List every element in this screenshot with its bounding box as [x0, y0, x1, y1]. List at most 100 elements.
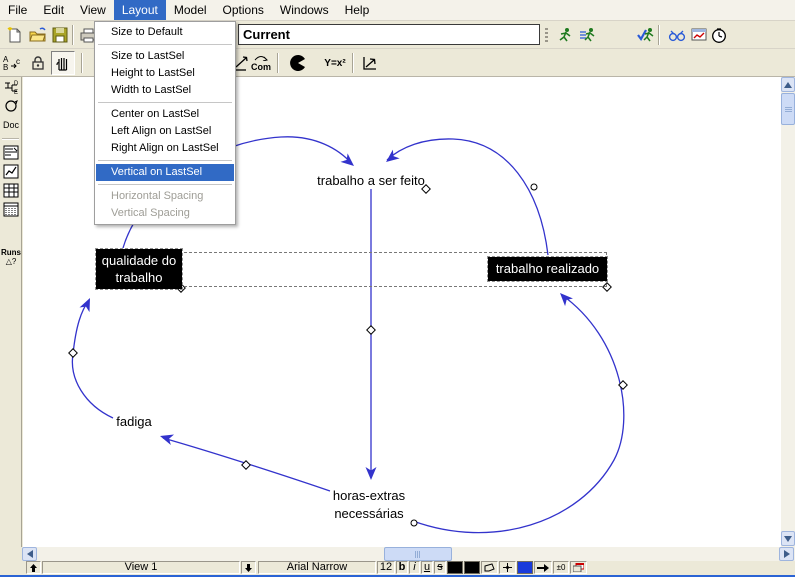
menu-model[interactable]: Model — [166, 0, 215, 20]
strike-button[interactable]: s — [434, 561, 446, 574]
table-time-icon[interactable] — [1, 200, 21, 218]
runner-check-icon[interactable] — [634, 24, 656, 46]
vertical-scrollbar[interactable] — [781, 77, 795, 547]
menu-item-horizontal-spacing[interactable]: Horizontal Spacing — [96, 188, 234, 205]
causes-strip-icon[interactable] — [1, 143, 21, 161]
menu-separator — [98, 184, 232, 185]
arrowhead — [80, 296, 95, 312]
handle-circle[interactable] — [531, 184, 537, 190]
toolbar-grip — [545, 26, 548, 44]
variable-horas-extras-necessarias[interactable]: horas-extras necessárias — [319, 487, 419, 523]
vensim-window: File Edit View Layout Model Options Wind… — [0, 0, 795, 577]
toolbar-separator — [81, 53, 82, 73]
document-tool-icon[interactable]: Doc — [1, 116, 21, 134]
open-folder-icon[interactable] — [26, 24, 48, 46]
underline-button[interactable]: u — [421, 561, 433, 574]
toolbar-separator — [658, 25, 659, 45]
svg-text:D: D — [14, 81, 19, 87]
causes-tree-icon[interactable]: DE — [1, 78, 21, 96]
layout-dropdown-menu: Size to Default Size to LastSel Height t… — [94, 21, 236, 225]
menu-item-height-to-lastsel[interactable]: Height to LastSel — [96, 65, 234, 82]
handle-diamond[interactable] — [367, 326, 375, 334]
sidebar-separator — [2, 138, 19, 139]
link-realizado-to-trabalho-a-ser-feito[interactable] — [387, 139, 548, 255]
abc-text-icon[interactable]: ABc — [1, 52, 23, 74]
curve-handles — [69, 184, 627, 526]
menu-item-size-to-lastsel[interactable]: Size to LastSel — [96, 48, 234, 65]
arrowhead — [158, 431, 174, 445]
scroll-down-icon[interactable] — [781, 531, 795, 546]
comment-icon[interactable]: Com — [250, 52, 272, 74]
arrow-width-icon[interactable] — [534, 561, 552, 574]
variable-qualidade-do-trabalho[interactable]: qualidade do trabalho — [96, 249, 182, 289]
scroll-up-icon[interactable] — [781, 77, 795, 92]
scroll-left-icon[interactable] — [22, 547, 37, 561]
document-tool-label: Doc — [3, 120, 19, 130]
horizontal-scrollbar[interactable] — [22, 547, 795, 561]
link-fadiga-to-qualidade[interactable] — [72, 300, 113, 418]
menu-separator — [98, 160, 232, 161]
equations-icon[interactable]: Y=x² — [320, 52, 350, 74]
delete-pacman-icon[interactable] — [287, 52, 309, 74]
move-size-hand-icon[interactable] — [51, 51, 75, 75]
view-down-button[interactable] — [241, 561, 256, 574]
menu-bar: File Edit View Layout Model Options Wind… — [0, 0, 795, 21]
save-floppy-icon[interactable] — [49, 24, 71, 46]
menu-item-center-on-lastsel[interactable]: Center on LastSel — [96, 106, 234, 123]
menu-item-vertical-on-lastsel[interactable]: Vertical on LastSel — [96, 164, 234, 181]
lock-icon[interactable] — [27, 52, 49, 74]
menu-item-width-to-lastsel[interactable]: Width to LastSel — [96, 82, 234, 99]
graph-tool-icon[interactable] — [1, 162, 21, 180]
toolbar-separator — [72, 25, 73, 45]
crosshair-icon[interactable] — [499, 561, 516, 574]
vertical-scroll-thumb[interactable] — [781, 93, 795, 125]
toolbar-separator — [277, 53, 278, 73]
view-name[interactable]: View 1 — [42, 561, 240, 574]
dataset-name-field[interactable] — [238, 24, 540, 45]
runs-compare-label: Runs — [1, 249, 21, 257]
link-horas-extras-to-realizado[interactable] — [413, 295, 624, 533]
svg-text:c: c — [16, 57, 20, 66]
runs-compare-icon[interactable]: Runs △? — [1, 246, 21, 268]
box-color-swatch[interactable] — [464, 561, 480, 574]
binoculars-icon[interactable] — [666, 24, 688, 46]
menu-item-vertical-spacing[interactable]: Vertical Spacing — [96, 205, 234, 222]
loops-icon[interactable] — [1, 97, 21, 115]
view-up-button[interactable] — [26, 561, 41, 574]
menu-edit[interactable]: Edit — [35, 0, 72, 20]
menu-options[interactable]: Options — [215, 0, 272, 20]
runner-stripes-icon[interactable] — [576, 24, 598, 46]
shape-icon[interactable] — [481, 561, 498, 574]
menu-help[interactable]: Help — [337, 0, 378, 20]
variable-fadiga[interactable]: fadiga — [101, 414, 167, 429]
new-file-icon[interactable] — [3, 24, 25, 46]
handle-diamond[interactable] — [69, 349, 77, 357]
font-size[interactable]: 12 — [377, 561, 395, 574]
variable-trabalho-realizado[interactable]: trabalho realizado — [488, 257, 607, 281]
stopwatch-icon[interactable] — [708, 24, 730, 46]
chart-window-icon[interactable] — [688, 24, 710, 46]
reference-modes-icon[interactable] — [359, 52, 381, 74]
menu-item-right-align-on-lastsel[interactable]: Right Align on LastSel — [96, 140, 234, 157]
horizontal-scroll-thumb[interactable] — [384, 547, 452, 561]
menu-file[interactable]: File — [0, 0, 35, 20]
menu-item-size-to-default[interactable]: Size to Default — [96, 24, 234, 41]
font-color-swatch[interactable] — [447, 561, 463, 574]
polarity-icon[interactable]: ±0 — [553, 561, 569, 574]
arrow-color-swatch[interactable] — [517, 561, 533, 574]
menu-view[interactable]: View — [72, 0, 114, 20]
analysis-toolbar: DE Doc Runs △? — [0, 77, 22, 547]
menu-windows[interactable]: Windows — [272, 0, 337, 20]
svg-text:E: E — [14, 90, 18, 95]
font-name[interactable]: Arial Narrow — [258, 561, 376, 574]
runner-icon[interactable] — [554, 24, 576, 46]
table-tool-icon[interactable] — [1, 181, 21, 199]
bold-button[interactable]: b — [396, 561, 408, 574]
status-bar: View 1 Arial Narrow 12 b i u s ±0 — [0, 561, 795, 575]
cascade-window-icon[interactable] — [570, 561, 587, 574]
variable-trabalho-a-ser-feito[interactable]: trabalho a ser feito — [291, 173, 451, 188]
menu-layout[interactable]: Layout — [114, 0, 166, 20]
menu-item-left-align-on-lastsel[interactable]: Left Align on LastSel — [96, 123, 234, 140]
italic-button[interactable]: i — [409, 561, 420, 574]
scroll-right-icon[interactable] — [779, 547, 794, 561]
